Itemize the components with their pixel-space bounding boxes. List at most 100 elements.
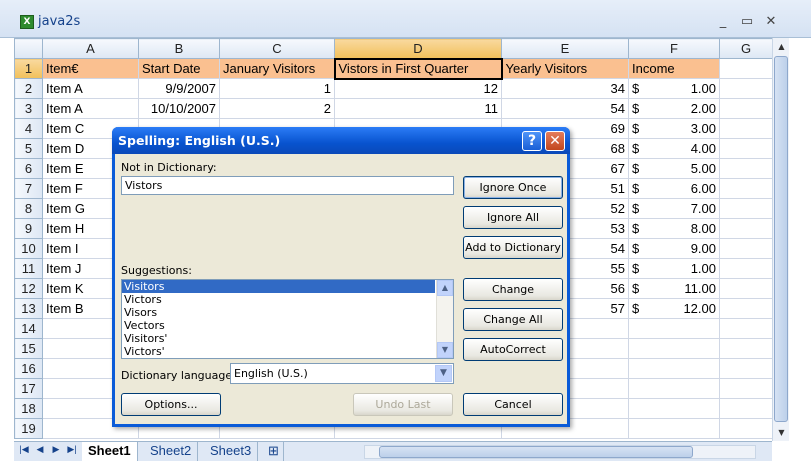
cell-f[interactable]: $3.00 [628, 118, 720, 139]
cell-f[interactable] [628, 358, 720, 379]
cell-g[interactable] [719, 198, 773, 219]
cell-g[interactable] [719, 218, 773, 239]
suggestions-list[interactable]: Visitors Victors Visors Vectors Visitors… [121, 279, 454, 359]
cell-f[interactable]: $1.00 [628, 258, 720, 279]
row-header[interactable]: 5 [14, 138, 43, 159]
cell-c[interactable]: January Visitors [219, 58, 335, 79]
ignore-all-button[interactable]: Ignore All [463, 206, 563, 229]
cell-g[interactable] [719, 318, 773, 339]
cell-f[interactable] [628, 318, 720, 339]
autocorrect-button[interactable]: AutoCorrect [463, 338, 563, 361]
row-header[interactable]: 7 [14, 178, 43, 199]
cell-g[interactable] [719, 98, 773, 119]
cell-e[interactable]: Yearly Visitors [501, 58, 629, 79]
cell-g[interactable] [719, 178, 773, 199]
cell-g[interactable] [719, 58, 773, 79]
cell-e[interactable]: 34 [501, 78, 629, 99]
cell-g[interactable] [719, 338, 773, 359]
cancel-button[interactable]: Cancel [463, 393, 563, 416]
cell-g[interactable] [719, 78, 773, 99]
dictionary-language-select[interactable]: English (U.S.) ▼ [230, 363, 454, 384]
column-header-f[interactable]: F [628, 38, 720, 59]
cell-f[interactable]: $7.00 [628, 198, 720, 219]
row-header[interactable]: 19 [14, 418, 43, 439]
horizontal-scroll-thumb[interactable] [379, 446, 693, 458]
column-header-c[interactable]: C [219, 38, 335, 59]
cell-g[interactable] [719, 158, 773, 179]
cell-f[interactable]: $4.00 [628, 138, 720, 159]
column-header-d[interactable]: D [334, 38, 502, 59]
cell-f[interactable]: $6.00 [628, 178, 720, 199]
column-header-g[interactable]: G [719, 38, 773, 59]
row-header[interactable]: 14 [14, 318, 43, 339]
cell-f[interactable] [628, 418, 720, 439]
cell-g[interactable] [719, 378, 773, 399]
cell-d[interactable]: Vistors in First Quarter [333, 57, 503, 80]
cell-g[interactable] [719, 298, 773, 319]
vertical-scrollbar[interactable]: ▲ ▼ [772, 38, 789, 441]
cell-g[interactable] [719, 278, 773, 299]
cell-f[interactable]: $9.00 [628, 238, 720, 259]
cell-f[interactable]: $5.00 [628, 158, 720, 179]
first-sheet-icon[interactable]: |◀ [18, 444, 30, 455]
tab-sheet1[interactable]: Sheet1 [82, 442, 138, 461]
cell-f[interactable]: Income [628, 58, 720, 79]
row-header[interactable]: 3 [14, 98, 43, 119]
change-all-button[interactable]: Change All [463, 308, 563, 331]
suggestion-item[interactable]: Visors [122, 306, 435, 319]
row-header[interactable]: 11 [14, 258, 43, 279]
cell-b[interactable]: 9/9/2007 [138, 78, 220, 99]
select-all-corner[interactable] [14, 38, 43, 59]
options-button[interactable]: Options... [121, 393, 221, 416]
row-header[interactable]: 15 [14, 338, 43, 359]
insert-sheet-icon[interactable]: ⊞ [264, 442, 284, 461]
cell-f[interactable] [628, 378, 720, 399]
suggestions-scrollbar[interactable]: ▲ ▼ [436, 280, 453, 358]
minimize-button[interactable]: _ [714, 14, 732, 30]
suggestion-item[interactable]: Victors [122, 293, 435, 306]
cell-b[interactable]: 10/10/2007 [138, 98, 220, 119]
not-in-dictionary-field[interactable]: Vistors [121, 176, 454, 195]
cell-d[interactable]: 11 [334, 98, 502, 119]
cell-f[interactable]: $11.00 [628, 278, 720, 299]
ignore-once-button[interactable]: Ignore Once [463, 176, 563, 199]
last-sheet-icon[interactable]: ▶| [66, 444, 78, 455]
suggestion-item[interactable]: Victors' [122, 345, 435, 358]
scroll-up-icon[interactable]: ▲ [775, 40, 788, 53]
list-scroll-down-icon[interactable]: ▼ [437, 342, 453, 358]
cell-a[interactable]: Item A [42, 78, 139, 99]
cell-g[interactable] [719, 138, 773, 159]
cell-g[interactable] [719, 358, 773, 379]
cell-f[interactable]: $2.00 [628, 98, 720, 119]
cell-c[interactable]: 2 [219, 98, 335, 119]
row-header[interactable]: 13 [14, 298, 43, 319]
cell-b[interactable]: Start Date [138, 58, 220, 79]
cell-f[interactable]: $12.00 [628, 298, 720, 319]
cell-f[interactable] [628, 398, 720, 419]
column-header-e[interactable]: E [501, 38, 629, 59]
row-header[interactable]: 2 [14, 78, 43, 99]
row-header[interactable]: 8 [14, 198, 43, 219]
row-header[interactable]: 9 [14, 218, 43, 239]
maximize-button[interactable]: ▭ [738, 14, 756, 30]
cell-c[interactable]: 1 [219, 78, 335, 99]
suggestion-item[interactable]: Vectors [122, 319, 435, 332]
row-header[interactable]: 10 [14, 238, 43, 259]
row-header[interactable]: 18 [14, 398, 43, 419]
cell-g[interactable] [719, 238, 773, 259]
add-to-dictionary-button[interactable]: Add to Dictionary [463, 236, 563, 259]
row-header[interactable]: 16 [14, 358, 43, 379]
row-header[interactable]: 6 [14, 158, 43, 179]
cell-d[interactable]: 12 [334, 78, 502, 99]
list-scroll-up-icon[interactable]: ▲ [437, 280, 453, 296]
suggestion-item[interactable]: Visitors [122, 280, 435, 293]
help-icon[interactable]: ? [522, 131, 542, 151]
suggestion-item[interactable]: Visitors' [122, 332, 435, 345]
change-button[interactable]: Change [463, 278, 563, 301]
next-sheet-icon[interactable]: ▶ [50, 444, 62, 455]
tab-sheet3[interactable]: Sheet3 [204, 442, 259, 461]
chevron-down-icon[interactable]: ▼ [435, 365, 452, 382]
column-header-a[interactable]: A [42, 38, 139, 59]
horizontal-scrollbar[interactable] [364, 445, 756, 459]
cell-f[interactable]: $1.00 [628, 78, 720, 99]
